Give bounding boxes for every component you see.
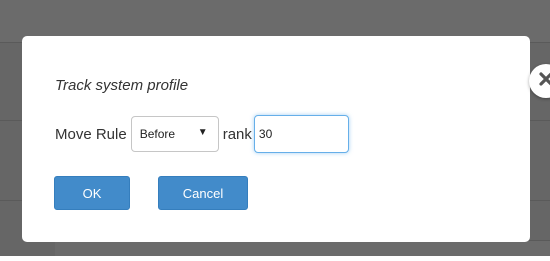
- rank-input[interactable]: [253, 115, 349, 153]
- dropdown-arrow-icon: ▼: [197, 127, 208, 138]
- position-select[interactable]: Before ▼: [130, 116, 219, 152]
- ok-button[interactable]: OK: [54, 176, 130, 210]
- cancel-button[interactable]: Cancel: [158, 176, 248, 210]
- move-rule-dialog: Track system profile Move Rule Before ▼ …: [22, 36, 550, 242]
- move-rule-row: Move Rule Before ▼ rank: [55, 115, 349, 153]
- position-select-value: Before: [139, 127, 176, 141]
- close-icon: [539, 71, 550, 91]
- rank-label: rank: [222, 125, 252, 143]
- dialog-title: Track system profile: [55, 77, 189, 94]
- move-rule-label: Move Rule: [55, 125, 127, 143]
